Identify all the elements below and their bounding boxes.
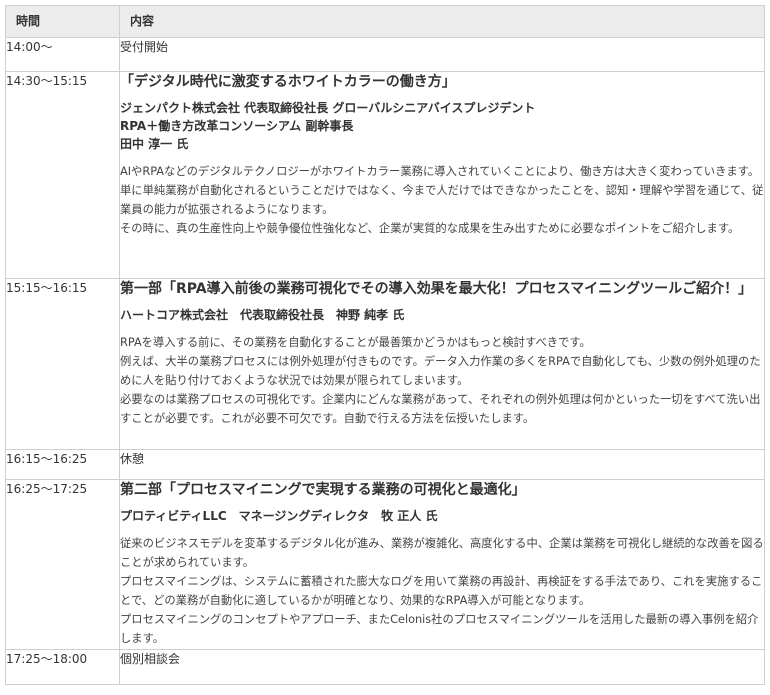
table-row: 14:30〜15:15 「デジタル時代に激変するホワイトカラーの働き方」 ジェン… — [5, 71, 765, 279]
row-time: 14:00〜 — [5, 37, 120, 72]
speaker-line: RPA＋働き方改革コンソーシアム 副幹事長 — [120, 119, 354, 133]
session-title: 第二部「プロセスマイニングで実現する業務の可視化と最適化」 — [120, 482, 526, 498]
row-content: 第二部「プロセスマイニングで実現する業務の可視化と最適化」 プロティビティLLC… — [119, 479, 765, 650]
row-time: 16:25〜17:25 — [5, 479, 120, 650]
session-description: 従来のビジネスモデルを変革するデジタル化が進み、業務が複雑化、高度化する中、企業… — [120, 534, 764, 648]
description-paragraph: その時に、真の生産性向上や競争優位性強化など、企業が実質的な成果を生み出すために… — [120, 222, 740, 235]
row-content: 休憩 — [119, 449, 765, 480]
row-content: 個別相談会 — [119, 649, 765, 685]
speaker-block: プロティビティLLC マネージングディレクタ 牧 正人 氏 — [120, 507, 764, 525]
table-row: 17:25〜18:00 個別相談会 — [5, 649, 765, 685]
row-time: 16:15〜16:25 — [5, 449, 120, 480]
session-description: AIやRPAなどのデジタルテクノロジーがホワイトカラー業務に導入されていくことに… — [120, 162, 764, 238]
speaker-line: ジェンパクト株式会社 代表取締役社長 グローバルシニアバイスプレジデント — [120, 101, 536, 115]
row-content: 受付開始 — [119, 37, 765, 72]
table-row: 16:15〜16:25 休憩 — [5, 449, 765, 480]
description-paragraph: プロセスマイニングのコンセプトやアプローチ、またCelonis社のプロセスマイニ… — [120, 613, 759, 645]
table-row: 15:15〜16:15 第一部「RPA導入前後の業務可視化でその導入効果を最大化… — [5, 278, 765, 450]
description-paragraph: 例えば、大半の業務プロセスには例外処理が付きものです。データ入力作業の多くをRP… — [120, 355, 761, 387]
description-paragraph: RPAを導入する前に、その業務を自動化することが最善策かどうかはもっと検討すべき… — [120, 336, 591, 349]
description-paragraph: 必要なのは業務プロセスの可視化です。企業内にどんな業務があって、それぞれの例外処… — [120, 393, 761, 425]
header-row: 時間 内容 — [5, 5, 765, 38]
schedule-table: 時間 内容 14:00〜 受付開始 14:30〜15:15 「デジタル時代に激変… — [5, 5, 765, 685]
table-row: 14:00〜 受付開始 — [5, 37, 765, 72]
description-paragraph: プロセスマイニングは、システムに蓄積された膨大なログを用いて業務の再設計、再検証… — [120, 575, 763, 607]
table-row: 16:25〜17:25 第二部「プロセスマイニングで実現する業務の可視化と最適化… — [5, 479, 765, 650]
description-paragraph: AIやRPAなどのデジタルテクノロジーがホワイトカラー業務に導入されていくことに… — [120, 165, 760, 178]
row-content: 「デジタル時代に激変するホワイトカラーの働き方」 ジェンパクト株式会社 代表取締… — [119, 71, 765, 279]
speaker-line: プロティビティLLC マネージングディレクタ 牧 正人 氏 — [120, 509, 438, 523]
header-content: 内容 — [119, 5, 765, 38]
row-time: 14:30〜15:15 — [5, 71, 120, 279]
speaker-block: ハートコア株式会社 代表取締役社長 神野 純孝 氏 — [120, 306, 764, 324]
description-paragraph: 単に単純業務が自動化されるということだけではなく、今まで人だけではできなかったこ… — [120, 184, 764, 216]
session-title: 「デジタル時代に激変するホワイトカラーの働き方」 — [120, 74, 456, 90]
row-content: 第一部「RPA導入前後の業務可視化でその導入効果を最大化！プロセスマイニングツー… — [119, 278, 765, 450]
speaker-line: ハートコア株式会社 代表取締役社長 神野 純孝 氏 — [120, 308, 405, 322]
session-description: RPAを導入する前に、その業務を自動化することが最善策かどうかはもっと検討すべき… — [120, 333, 764, 428]
row-time: 17:25〜18:00 — [5, 649, 120, 685]
header-time: 時間 — [5, 5, 120, 38]
speaker-block: ジェンパクト株式会社 代表取締役社長 グローバルシニアバイスプレジデント RPA… — [120, 99, 764, 153]
row-time: 15:15〜16:15 — [5, 278, 120, 450]
speaker-line: 田中 淳一 氏 — [120, 137, 189, 151]
description-paragraph: 従来のビジネスモデルを変革するデジタル化が進み、業務が複雑化、高度化する中、企業… — [120, 537, 764, 569]
session-title: 第一部「RPA導入前後の業務可視化でその導入効果を最大化！プロセスマイニングツー… — [120, 281, 753, 297]
